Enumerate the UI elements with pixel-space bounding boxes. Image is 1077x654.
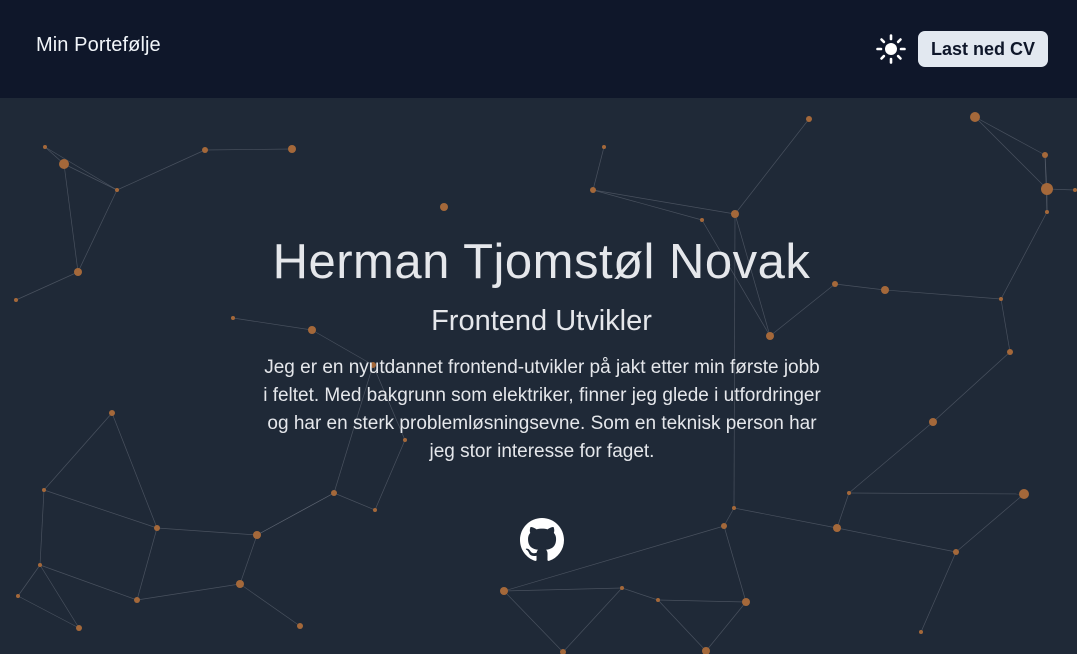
hero-role: Frontend Utvikler — [431, 305, 652, 337]
hero-name: Herman Tjomstøl Novak — [272, 235, 811, 289]
navbar: Min Portefølje Last ned CV — [0, 0, 1077, 98]
github-link[interactable] — [520, 518, 564, 562]
theme-toggle-button[interactable] — [875, 33, 907, 65]
github-icon — [520, 518, 564, 561]
hero-section: Herman Tjomstøl Novak Frontend Utvikler … — [0, 98, 1077, 654]
brand-title[interactable]: Min Portefølje — [36, 34, 161, 57]
download-cv-button[interactable]: Last ned CV — [918, 31, 1048, 67]
hero-bio: Jeg er en nyutdannet frontend-utvikler p… — [263, 357, 821, 462]
sun-icon — [876, 34, 906, 64]
